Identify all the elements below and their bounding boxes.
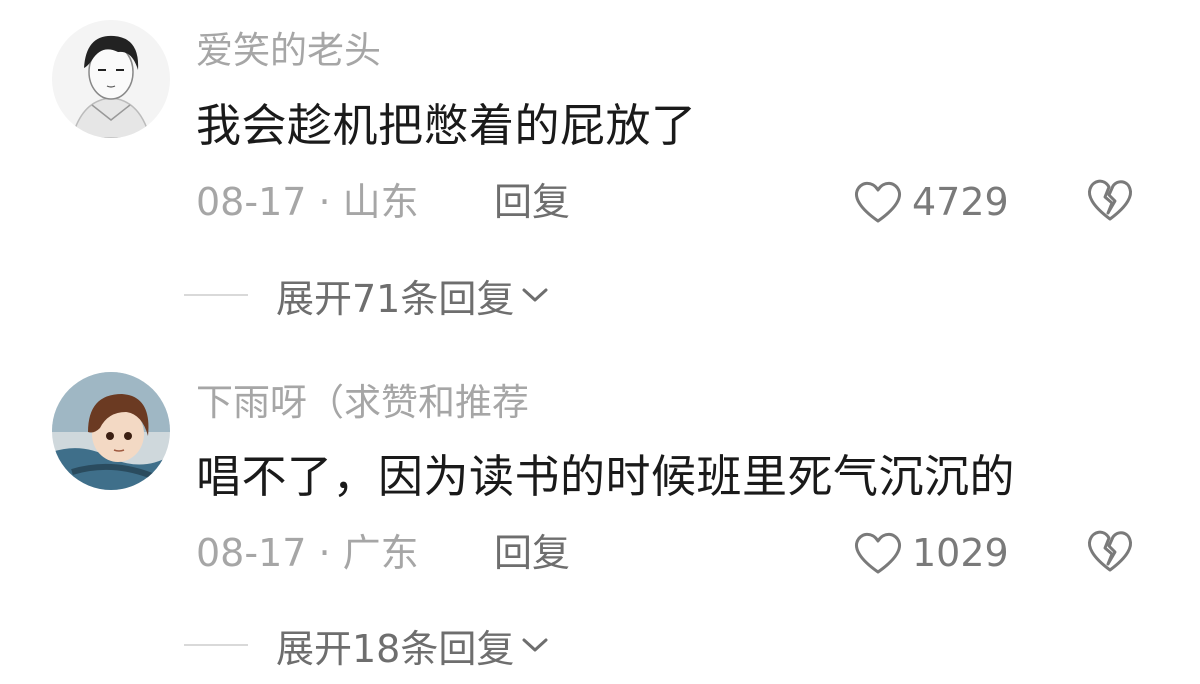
comment-meta: 08-17 · 山东 [196, 180, 419, 224]
like-count: 4729 [912, 180, 1009, 224]
heart-outline-icon [855, 181, 901, 223]
divider-line [184, 294, 248, 296]
comment-item: 爱笑的老头 我会趁机把憋着的屁放了 08-17 · 山东 回复 4729 展开7… [0, 0, 1200, 342]
expand-replies-button[interactable]: 展开18条回复 [276, 620, 550, 671]
divider-line [184, 644, 248, 646]
expand-replies-row: 展开18条回复 [0, 620, 800, 671]
comment-text: 我会趁机把憋着的屁放了 [196, 99, 697, 152]
expand-replies-button[interactable]: 展开71条回复 [276, 270, 550, 321]
broken-heart-icon [1088, 179, 1132, 221]
chevron-down-icon [522, 288, 548, 302]
comment-text: 唱不了，因为读书的时候班里死气沉沉的 [196, 450, 1016, 503]
avatar[interactable] [52, 372, 170, 490]
expand-replies-label: 展开18条回复 [276, 626, 515, 671]
username[interactable]: 下雨呀（求赞和推荐 [196, 384, 529, 421]
broken-heart-icon [1088, 530, 1132, 572]
expand-replies-row: 展开71条回复 [0, 270, 800, 321]
like-button[interactable]: 4729 [852, 177, 1009, 227]
heart-outline-icon [855, 532, 901, 574]
expand-replies-label: 展开71条回复 [276, 276, 515, 321]
chevron-down-icon [522, 638, 548, 652]
dislike-button[interactable] [1085, 528, 1135, 578]
username[interactable]: 爱笑的老头 [196, 32, 381, 69]
comment-item: 下雨呀（求赞和推荐 唱不了，因为读书的时候班里死气沉沉的 08-17 · 广东 … [0, 342, 1200, 684]
reply-button[interactable]: 回复 [494, 183, 570, 221]
avatar[interactable] [52, 20, 170, 138]
like-button[interactable]: 1029 [852, 528, 1009, 578]
like-count: 1029 [912, 531, 1009, 575]
comment-meta: 08-17 · 广东 [196, 531, 419, 575]
reply-button[interactable]: 回复 [494, 534, 570, 572]
dislike-button[interactable] [1085, 177, 1135, 227]
